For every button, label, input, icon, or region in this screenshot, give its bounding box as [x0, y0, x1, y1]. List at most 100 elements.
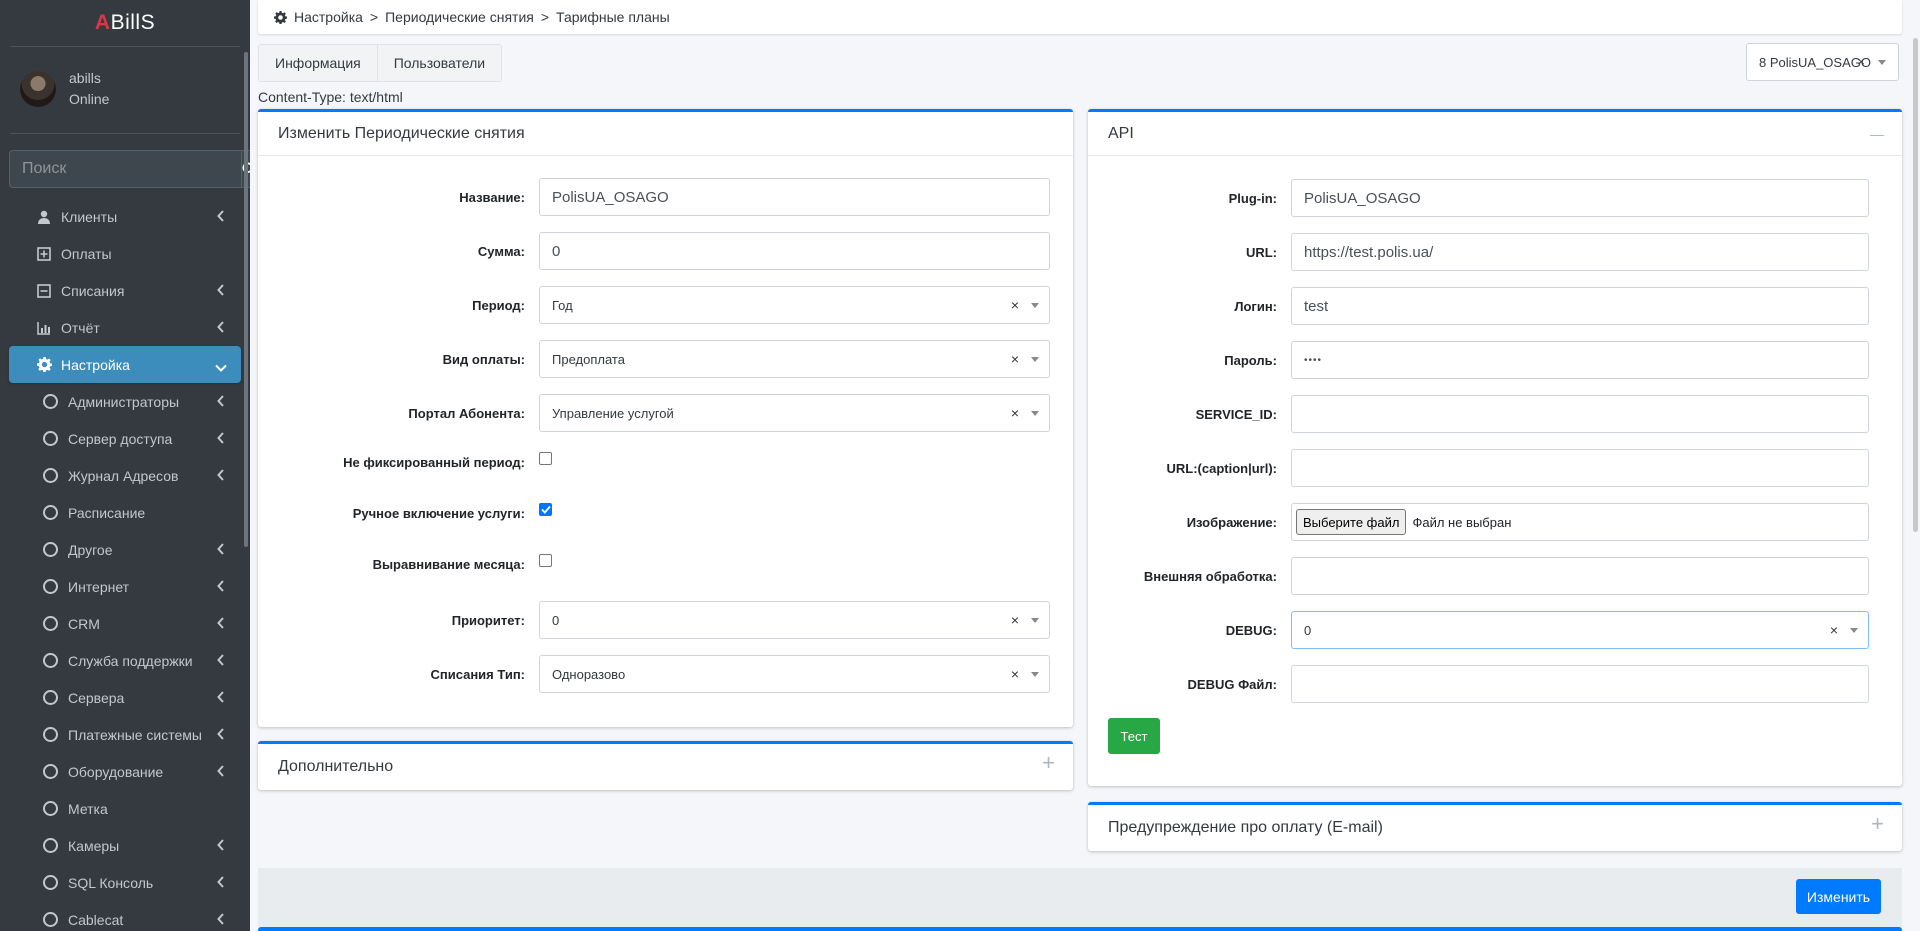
sidebar-subitem-internet[interactable]: Интернет: [9, 568, 241, 605]
circle-icon: [43, 616, 58, 631]
card-header[interactable]: Предупреждение про оплату (E-mail) +: [1088, 805, 1902, 851]
sidebar-item-label: Оплаты: [61, 245, 112, 262]
sidebar-subitem-access-server[interactable]: Сервер доступа: [9, 420, 241, 457]
page-scrollbar[interactable]: [1913, 38, 1918, 532]
sidebar-item-label: Клиенты: [61, 208, 118, 225]
tab-info[interactable]: Информация: [259, 45, 378, 81]
sidebar-scrollbar[interactable]: [244, 52, 248, 547]
sum-input[interactable]: 0: [539, 232, 1050, 270]
caret-down-icon: [1850, 628, 1858, 633]
debug-file-input[interactable]: [1291, 665, 1869, 703]
submit-button[interactable]: Изменить: [1796, 879, 1881, 914]
plugin-label: Plug-in:: [1228, 190, 1277, 206]
sidebar-subitem-label: Камеры: [68, 837, 120, 854]
circle-icon: [43, 912, 58, 927]
sidebar-subitem-tags[interactable]: Метка: [9, 790, 241, 827]
user-status: Online: [69, 91, 110, 107]
circle-icon: [43, 394, 58, 409]
clear-icon[interactable]: ×: [1830, 622, 1838, 638]
circle-icon: [43, 431, 58, 446]
sidebar-subitem-sql-console[interactable]: SQL Консоль: [9, 864, 241, 901]
fee-type-select[interactable]: Одноразово ×: [539, 655, 1050, 693]
sum-label: Сумма:: [477, 243, 525, 259]
debug-select[interactable]: 0 ×: [1291, 611, 1869, 649]
not-fixed-checkbox[interactable]: [539, 451, 552, 465]
sidebar-subitem-servers[interactable]: Сервера: [9, 679, 241, 716]
priority-select[interactable]: 0 ×: [539, 601, 1050, 639]
expand-icon[interactable]: +: [1042, 752, 1055, 774]
portal-select[interactable]: Управление услугой ×: [539, 394, 1050, 432]
card-header[interactable]: Дополнительно +: [258, 744, 1073, 790]
payment-type-select[interactable]: Предоплата ×: [539, 340, 1050, 378]
circle-icon: [43, 764, 58, 779]
login-input[interactable]: test: [1291, 287, 1869, 325]
card-title: Изменить Периодические снятия: [278, 124, 525, 142]
priority-value: 0: [552, 612, 560, 628]
sidebar-subitem-administrators[interactable]: Администраторы: [9, 383, 241, 420]
sidebar-item-clients[interactable]: Клиенты: [9, 198, 241, 235]
sidebar-subitem-schedule[interactable]: Расписание: [9, 494, 241, 531]
sidebar-subitem-crm[interactable]: CRM: [9, 605, 241, 642]
payment-type-row: Вид оплаты: Предоплата ×: [258, 340, 1050, 378]
sidebar-subitem-equipment[interactable]: Оборудование: [9, 753, 241, 790]
sidebar-item-reports[interactable]: Отчёт: [9, 309, 241, 346]
breadcrumb-item[interactable]: Периодические снятия: [385, 9, 534, 25]
expand-icon[interactable]: +: [1871, 813, 1884, 835]
sidebar-subitem-cablecat[interactable]: Cablecat: [9, 901, 241, 931]
breadcrumb-item[interactable]: Тарифные планы: [556, 9, 670, 25]
chevron-left-icon: [217, 653, 225, 669]
plugin-input[interactable]: PolisUA_OSAGO: [1291, 179, 1869, 217]
sidebar-subitem-payment-systems[interactable]: Платежные системы: [9, 716, 241, 753]
avatar[interactable]: [20, 71, 56, 107]
collapse-icon[interactable]: —: [1870, 126, 1884, 142]
file-status: Файл не выбран: [1412, 514, 1512, 530]
user-panel[interactable]: abills Online: [0, 47, 250, 133]
circle-icon: [43, 505, 58, 520]
search-input[interactable]: [9, 150, 241, 188]
sidebar-subitem-other[interactable]: Другое: [9, 531, 241, 568]
sidebar-item-payments[interactable]: Оплаты: [9, 235, 241, 272]
url-caption-input[interactable]: [1291, 449, 1869, 487]
service-id-input[interactable]: [1291, 395, 1869, 433]
manual-checkbox[interactable]: [539, 502, 552, 516]
password-input[interactable]: ••••: [1291, 341, 1869, 379]
sidebar-item-settings[interactable]: Настройка: [9, 346, 241, 383]
url-input[interactable]: https://test.polis.ua/: [1291, 233, 1869, 271]
sidebar-item-fees[interactable]: Списания: [9, 272, 241, 309]
caret-down-icon: [1031, 303, 1039, 308]
tariff-select-value: 8 PolisUA_OSAGO: [1759, 54, 1871, 70]
sidebar: ABillS abills Online Клиенты Оплаты Спис…: [0, 0, 250, 931]
align-month-checkbox[interactable]: [539, 553, 552, 567]
sidebar-subitem-cameras[interactable]: Камеры: [9, 827, 241, 864]
choose-file-button[interactable]: Выберите файл: [1296, 509, 1407, 535]
breadcrumb-item[interactable]: Настройка: [294, 9, 363, 25]
circle-icon: [43, 727, 58, 742]
clear-icon[interactable]: ×: [1857, 54, 1865, 69]
name-input[interactable]: PolisUA_OSAGO: [539, 178, 1050, 216]
sidebar-subitem-label: Интернет: [68, 578, 130, 595]
chevron-left-icon: [217, 838, 225, 854]
caret-down-icon: [1031, 357, 1039, 362]
clear-icon[interactable]: ×: [1011, 405, 1019, 421]
clear-icon[interactable]: ×: [1011, 666, 1019, 682]
external-input[interactable]: [1291, 557, 1869, 595]
tab-users[interactable]: Пользователи: [377, 45, 502, 81]
sidebar-subitem-helpdesk[interactable]: Служба поддержки: [9, 642, 241, 679]
sidebar-subitem-address-log[interactable]: Журнал Адресов: [9, 457, 241, 494]
clear-icon[interactable]: ×: [1011, 612, 1019, 628]
portal-value: Управление услугой: [552, 405, 674, 421]
align-month-row: Выравнивание месяца:: [258, 553, 552, 572]
debug-label: DEBUG:: [1225, 622, 1277, 638]
test-button[interactable]: Тест: [1108, 718, 1160, 754]
manual-row: Ручное включение услуги:: [258, 502, 552, 521]
clear-icon[interactable]: ×: [1011, 351, 1019, 367]
tariff-select[interactable]: 8 PolisUA_OSAGO ×: [1746, 43, 1899, 81]
clear-icon[interactable]: ×: [1011, 297, 1019, 313]
user-name[interactable]: abills: [69, 68, 109, 89]
period-label: Период:: [472, 297, 525, 313]
period-row: Период: Год ×: [258, 286, 1050, 324]
brand-logo[interactable]: A BillS: [0, 0, 250, 46]
form-footer: [258, 868, 1902, 931]
period-select[interactable]: Год ×: [539, 286, 1050, 324]
brand-rest: BillS: [110, 11, 156, 34]
